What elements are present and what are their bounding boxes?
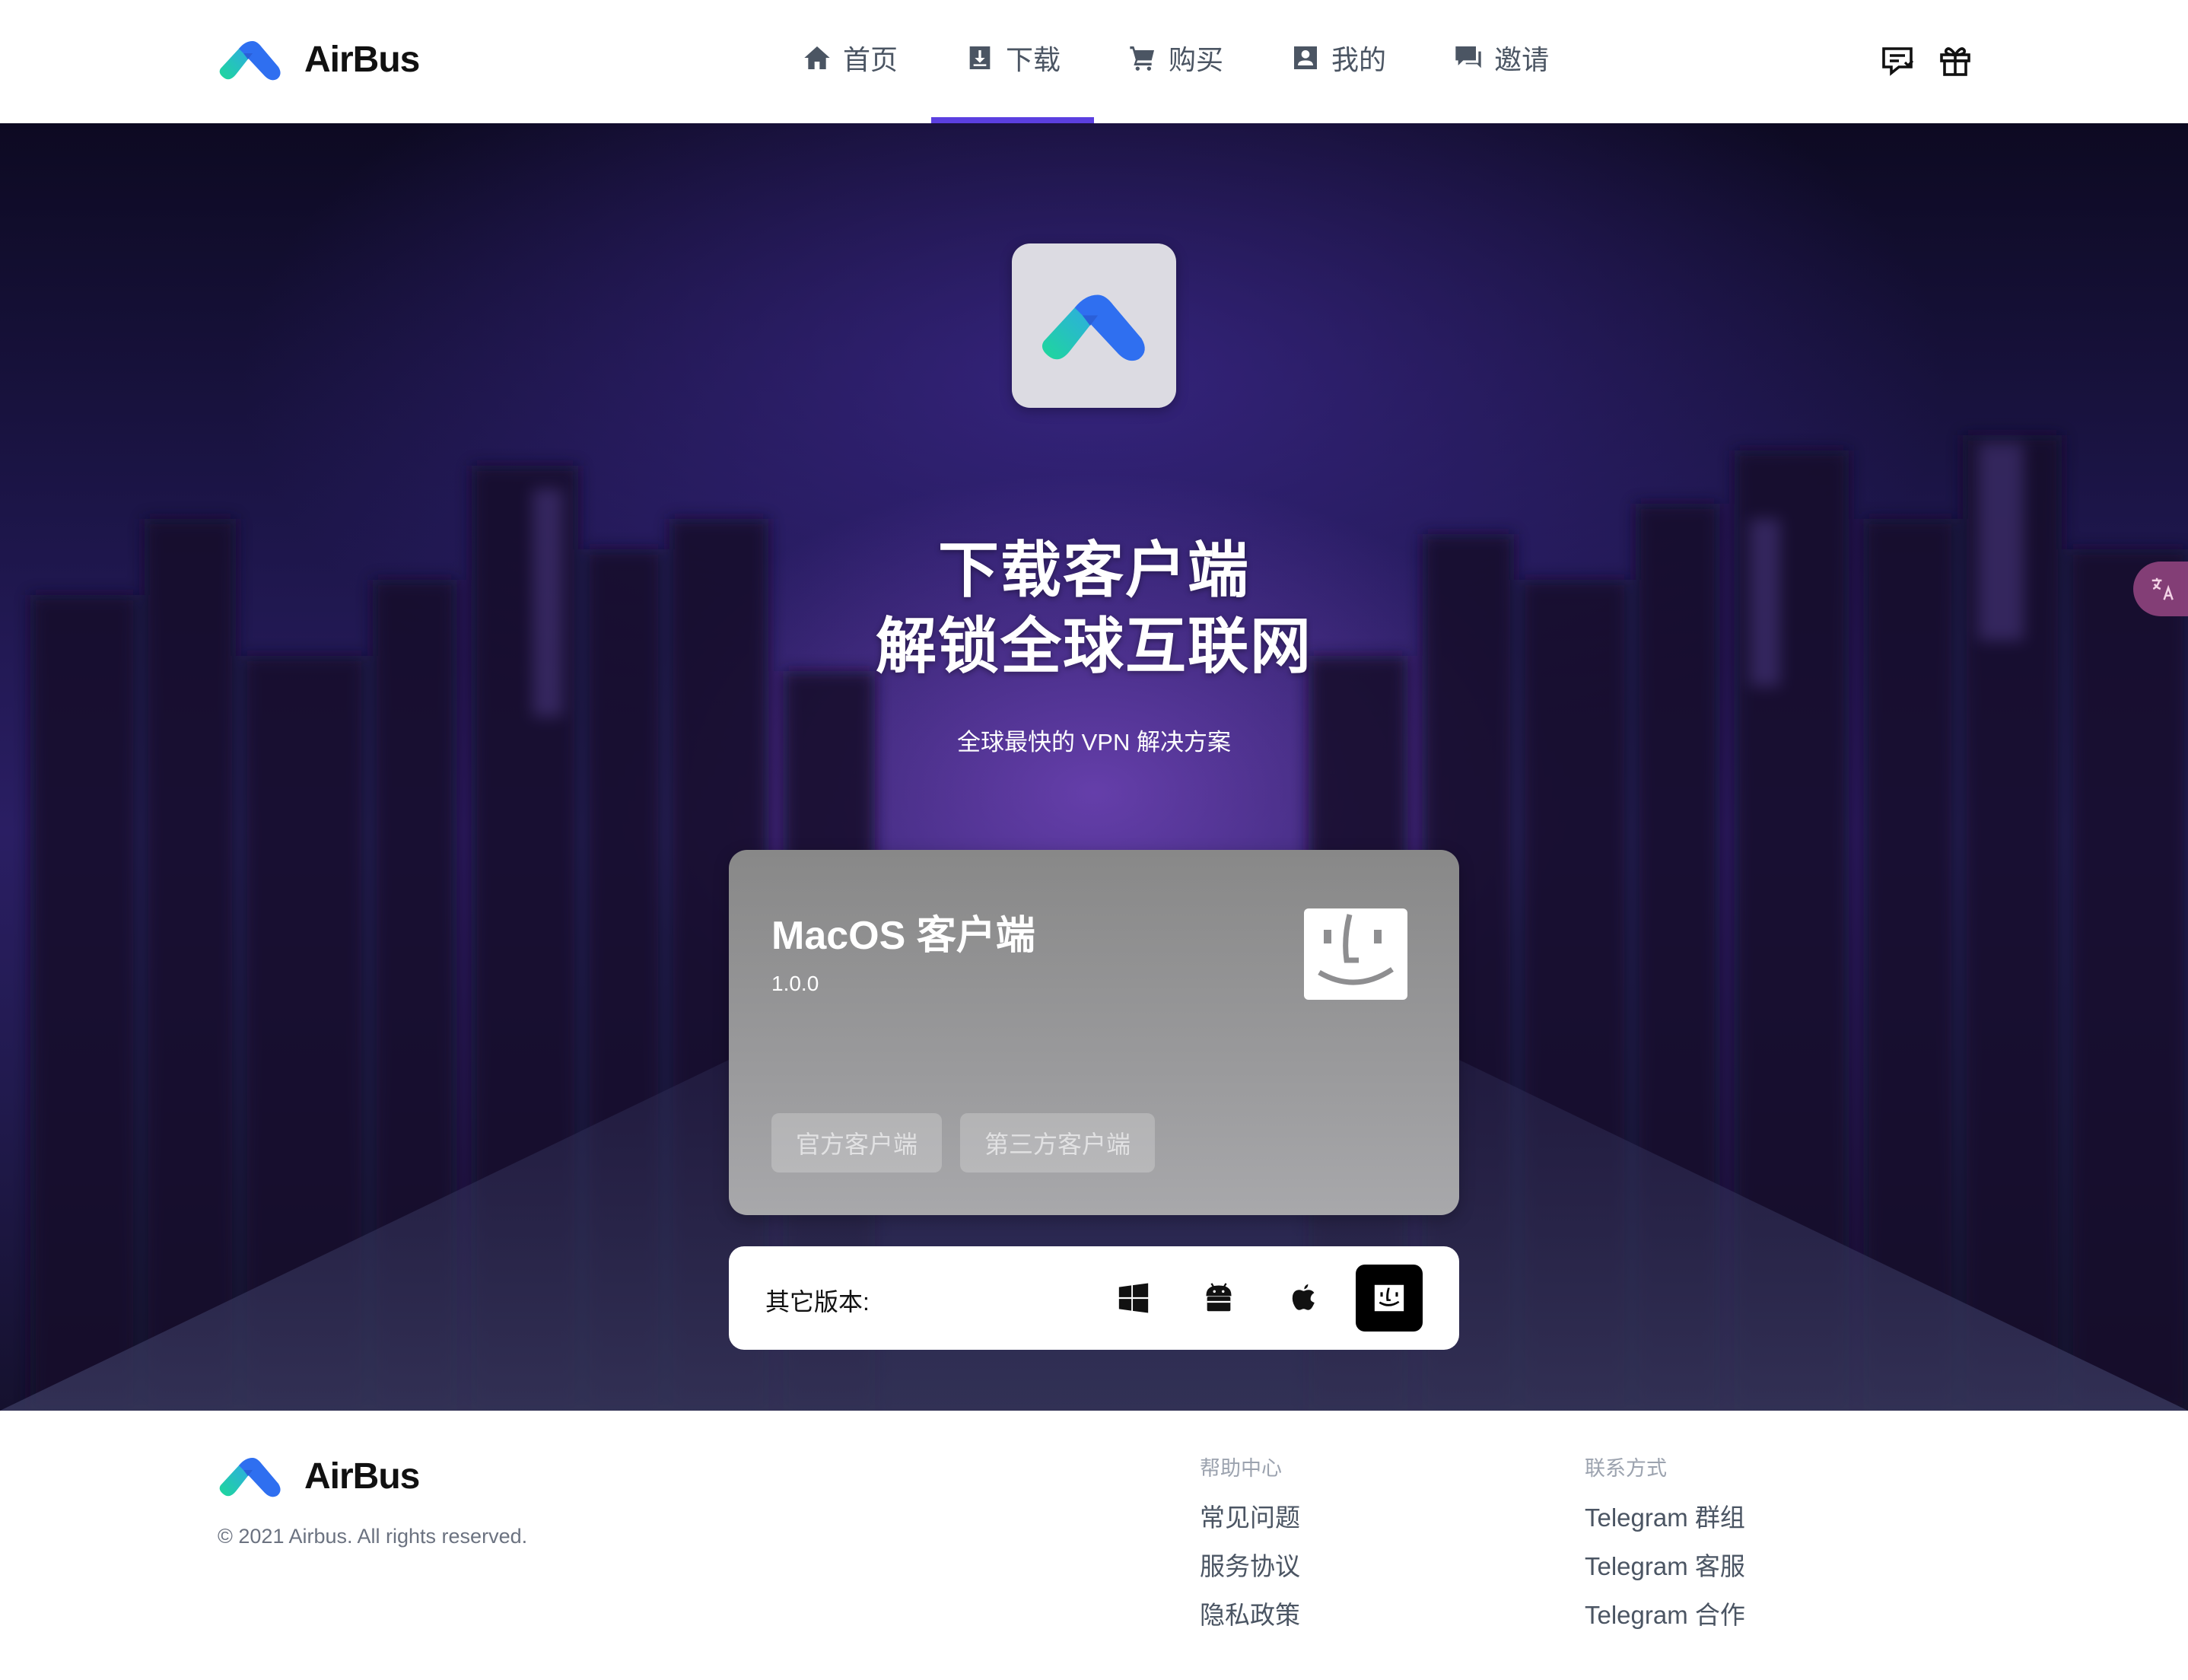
nav-item-invite[interactable]: 邀请 [1420, 0, 1582, 116]
airbus-logo-icon [219, 41, 281, 81]
windows-icon [1118, 1283, 1149, 1313]
copyright-text: © 2021 Airbus. All rights reserved. [218, 1525, 528, 1548]
nav-item-download[interactable]: 下载 [931, 0, 1095, 123]
translate-icon [2151, 578, 2174, 600]
airbus-app-logo-icon [1042, 294, 1145, 361]
message-icon[interactable] [1879, 43, 1916, 79]
cart-icon [1130, 46, 1155, 71]
nav-item-label: 首页 [843, 44, 898, 75]
client-version: 1.0.0 [771, 972, 819, 995]
header-actions [1879, 43, 1973, 79]
client-title: MacOS 客户端 [771, 914, 1035, 958]
app-icon [1012, 243, 1176, 408]
footer-heading: 联系方式 [1585, 1457, 1667, 1480]
footer-brand[interactable]: AirBus [218, 1452, 420, 1500]
footer-column-contact: 联系方式 Telegram 群组 Telegram 客服 Telegram 合作 [1585, 1452, 1745, 1643]
footer-heading: 帮助中心 [1200, 1457, 1282, 1480]
macos-platform-button[interactable] [1356, 1265, 1423, 1332]
download-icon [969, 46, 991, 69]
main-nav: 首页 下载 购买 我的 邀请 [768, 0, 1582, 123]
language-toggle[interactable] [2133, 562, 2188, 616]
footer-link-terms[interactable]: 服务协议 [1200, 1546, 1300, 1595]
footer-link-faq[interactable]: 常见问题 [1200, 1497, 1300, 1546]
nav-item-label: 我的 [1331, 44, 1387, 75]
footer-link-telegram-business[interactable]: Telegram 合作 [1585, 1595, 1745, 1643]
home-icon [804, 46, 830, 69]
footer-brand-name: AirBus [304, 1456, 420, 1497]
third-party-client-button[interactable]: 第三方客户端 [960, 1113, 1156, 1172]
footer-link-telegram-group[interactable]: Telegram 群组 [1585, 1497, 1745, 1546]
nav-item-label: 邀请 [1494, 44, 1550, 75]
ios-platform-button[interactable] [1271, 1265, 1337, 1332]
nav-item-mine[interactable]: 我的 [1257, 0, 1420, 116]
brand-name: AirBus [304, 39, 420, 80]
nav-item-label: 下载 [1006, 44, 1061, 75]
gift-icon[interactable] [1937, 43, 1973, 79]
hero-title-line1: 下载客户端 [938, 536, 1250, 604]
windows-platform-button[interactable] [1100, 1265, 1167, 1332]
top-header: AirBus 首页 下载 购买 我的 邀请 [0, 0, 2188, 123]
official-client-button[interactable]: 官方客户端 [771, 1113, 943, 1172]
hero-title-line2: 解锁全球互联网 [876, 612, 1312, 680]
other-versions-label: 其它版本: [765, 1288, 870, 1316]
hero-subtitle: 全球最快的 VPN 解决方案 [957, 729, 1231, 756]
footer-column-help: 帮助中心 常见问题 服务协议 隐私政策 [1200, 1452, 1300, 1643]
finder-icon [1374, 1284, 1404, 1312]
android-platform-button[interactable] [1185, 1265, 1252, 1332]
footer-link-privacy[interactable]: 隐私政策 [1200, 1595, 1300, 1643]
nav-item-home[interactable]: 首页 [768, 0, 931, 116]
finder-icon [1304, 908, 1407, 1000]
apple-icon [1292, 1284, 1315, 1310]
platform-selector [1100, 1265, 1423, 1332]
account-icon [1294, 46, 1318, 69]
site-footer: AirBus © 2021 Airbus. All rights reserve… [0, 1411, 2188, 1680]
android-icon [1206, 1283, 1232, 1312]
macos-client-card: MacOS 客户端 1.0.0 官方客户端 第三方客户端 [729, 850, 1459, 1215]
nav-item-label: 购买 [1169, 44, 1224, 75]
airbus-logo-icon [219, 1458, 281, 1497]
footer-link-telegram-support[interactable]: Telegram 客服 [1585, 1546, 1745, 1595]
other-versions-bar: 其它版本: [729, 1246, 1459, 1350]
hero-section: 下载客户端 解锁全球互联网 全球最快的 VPN 解决方案 MacOS 客户端 1… [0, 123, 2188, 1411]
nav-item-buy[interactable]: 购买 [1094, 0, 1257, 116]
invite-icon [1455, 46, 1481, 68]
brand-logo-link[interactable]: AirBus [218, 35, 420, 84]
